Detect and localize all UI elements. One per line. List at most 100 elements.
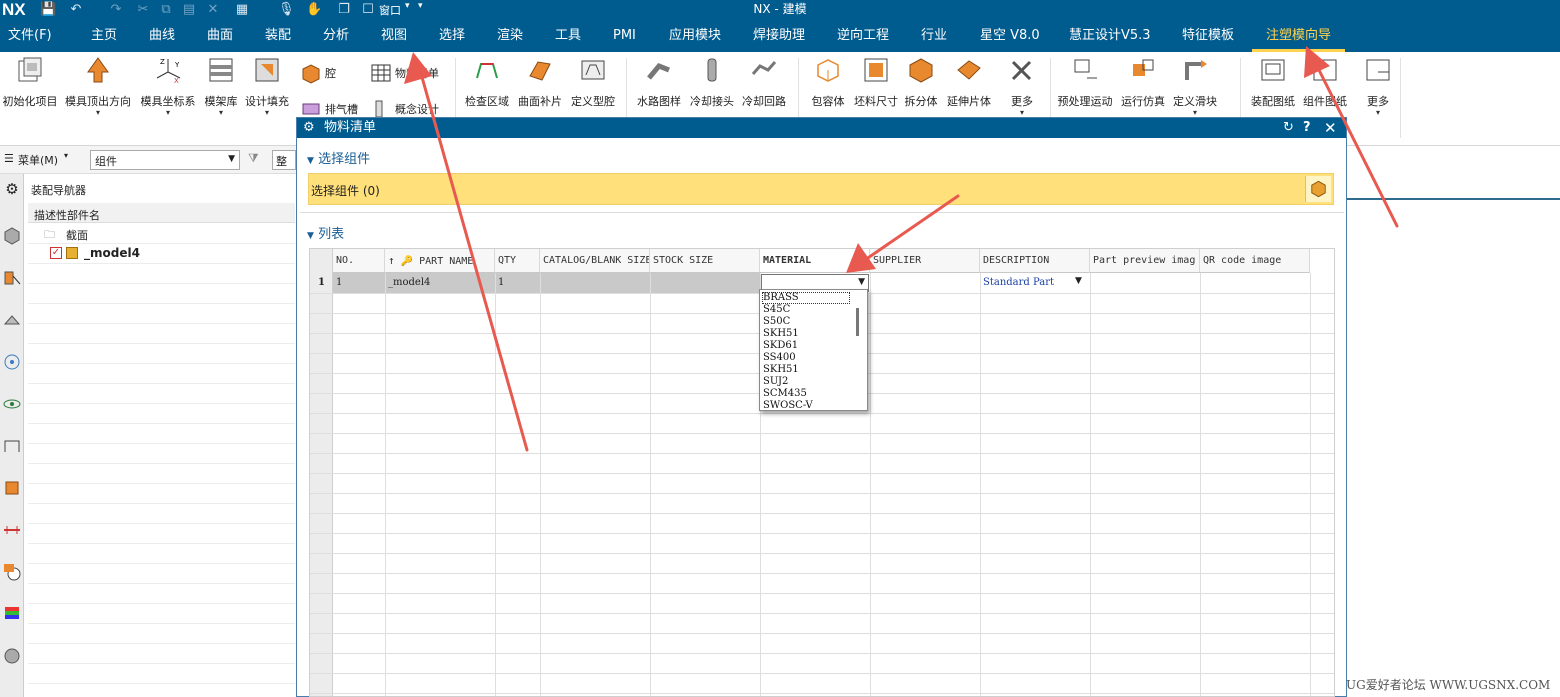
chevron-down-icon[interactable]: ▾ bbox=[64, 151, 68, 160]
col-header-part-preview[interactable]: Part preview imag bbox=[1090, 249, 1200, 273]
tab-analysis[interactable]: 分析 bbox=[323, 20, 349, 52]
ejection-direction-button[interactable]: 模具顶出方向 ▾ bbox=[64, 56, 132, 117]
undo-icon[interactable]: ↶ bbox=[68, 2, 84, 18]
tab-welding[interactable]: 焊接助理 bbox=[753, 20, 805, 52]
tab-file[interactable]: 文件(F) bbox=[8, 20, 52, 52]
cavity-button[interactable]: 腔 bbox=[300, 62, 336, 84]
tab-huizheng[interactable]: 慧正设计V5.3 bbox=[1069, 20, 1151, 52]
dropdown-option[interactable]: S45C bbox=[763, 304, 790, 316]
section-select-components[interactable]: ▼ 选择组件 bbox=[307, 148, 370, 167]
dropdown-option[interactable]: SKH51 bbox=[763, 328, 799, 340]
microphone-icon[interactable]: 🎙 bbox=[278, 2, 295, 18]
component-drawing-button[interactable]: 组件图纸 bbox=[1300, 56, 1350, 109]
chevron-down-icon[interactable]: ▼ bbox=[1075, 276, 1082, 286]
col-header-qty[interactable]: QTY bbox=[495, 249, 540, 273]
visibility-checkbox[interactable]: ✓ bbox=[50, 247, 62, 259]
preprocess-motion-button[interactable]: 预处理运动 bbox=[1056, 56, 1114, 109]
col-header-no[interactable]: NO. bbox=[333, 249, 385, 273]
customize-icon[interactable]: ▾ bbox=[418, 1, 423, 11]
save-icon[interactable]: 💾 bbox=[40, 2, 56, 18]
tab-mold-wizard[interactable]: 注塑模向导 bbox=[1251, 20, 1346, 52]
tab-home[interactable]: 主页 bbox=[91, 20, 117, 52]
help-icon[interactable]: ? bbox=[1303, 118, 1311, 138]
col-header-material[interactable]: MATERIAL bbox=[760, 249, 870, 273]
touch-mode-icon[interactable]: ✋ bbox=[306, 2, 322, 18]
dropdown-option[interactable]: BRASS bbox=[763, 292, 799, 304]
window-menu[interactable]: 窗口 bbox=[379, 2, 401, 18]
design-fill-button[interactable]: 设计填充 ▾ bbox=[244, 56, 290, 117]
select-component-field[interactable]: 选择组件 (0) bbox=[308, 173, 1334, 205]
chevron-down-icon[interactable]: ▾ bbox=[405, 1, 410, 11]
main-menu-button[interactable]: 菜单(M) bbox=[18, 152, 58, 168]
section-list[interactable]: ▼ 列表 bbox=[307, 223, 344, 242]
tab-feature-template[interactable]: 特征模板 bbox=[1182, 20, 1234, 52]
palette-icon[interactable] bbox=[2, 604, 22, 624]
tab-applications[interactable]: 应用模块 bbox=[669, 20, 721, 52]
dropdown-option[interactable]: SUJ2 bbox=[763, 376, 788, 388]
more-tools-button[interactable]: 更多 ▾ bbox=[1000, 56, 1044, 117]
moldbase-library-button[interactable]: 模架库 ▾ bbox=[202, 56, 240, 117]
tab-curve[interactable]: 曲线 bbox=[149, 20, 175, 52]
tab-pmi[interactable]: PMI bbox=[613, 20, 636, 52]
bounding-body-button[interactable]: 包容体 bbox=[806, 56, 850, 109]
cell-description[interactable]: Standard Part bbox=[980, 273, 1090, 293]
col-header-part-name[interactable]: ↑ 🔑 PART NAME bbox=[385, 249, 495, 273]
tab-xingkong[interactable]: 星空 V8.0 bbox=[980, 20, 1040, 52]
run-simulation-button[interactable]: 运行仿真 bbox=[1118, 56, 1168, 109]
tab-industry[interactable]: 行业 bbox=[921, 20, 947, 52]
constraint-navigator-icon[interactable] bbox=[2, 310, 22, 330]
dropdown-option[interactable]: SKH51 bbox=[763, 364, 799, 376]
surface-patch-button[interactable]: 曲面补片 bbox=[516, 56, 564, 109]
eye-icon[interactable] bbox=[2, 394, 22, 414]
select-object-icon[interactable] bbox=[1305, 176, 1331, 202]
tab-render[interactable]: 渲染 bbox=[497, 20, 523, 52]
cooling-circuit-button[interactable]: 冷却回路 bbox=[740, 56, 788, 109]
col-header-qr-code[interactable]: QR code image bbox=[1200, 249, 1310, 273]
water-pattern-button[interactable]: 水路图样 bbox=[634, 56, 684, 109]
define-cavity-button[interactable]: 定义型腔 bbox=[568, 56, 618, 109]
dropdown-option[interactable]: SKD61 bbox=[763, 340, 798, 352]
close-icon[interactable]: ✕ bbox=[1324, 118, 1337, 138]
clock-icon[interactable] bbox=[2, 562, 22, 582]
more-drawing-button[interactable]: 更多 ▾ bbox=[1360, 56, 1396, 117]
mold-csys-button[interactable]: ZYX 模具坐标系 ▾ bbox=[140, 56, 196, 117]
extend-sheet-button[interactable]: 延伸片体 bbox=[944, 56, 994, 109]
tab-assembly[interactable]: 装配 bbox=[265, 20, 291, 52]
paste-icon[interactable]: ▤ bbox=[181, 2, 197, 18]
reset-icon[interactable]: ↻ bbox=[1283, 118, 1294, 138]
check-region-button[interactable]: 检查区域 bbox=[462, 56, 512, 109]
switch-window-icon[interactable]: ❐ bbox=[336, 2, 352, 18]
dialog-title-bar[interactable]: ⚙ 物料清单 ↻ ? ✕ bbox=[297, 118, 1346, 138]
mold-wizard-icon[interactable] bbox=[2, 646, 22, 666]
col-header-catalog[interactable]: CATALOG/BLANK SIZE bbox=[540, 249, 650, 273]
part-icon[interactable] bbox=[2, 478, 22, 498]
measure-icon[interactable] bbox=[2, 520, 22, 540]
cell-part-name[interactable]: _model4 bbox=[385, 273, 495, 293]
window-icon[interactable]: ☐ bbox=[360, 2, 376, 18]
col-header-stock-size[interactable]: STOCK SIZE bbox=[650, 249, 760, 273]
filter-icon[interactable]: ⧩ bbox=[248, 151, 259, 166]
navigator-column-header[interactable]: 描述性部件名 bbox=[28, 203, 295, 223]
tab-reverse[interactable]: 逆向工程 bbox=[837, 20, 889, 52]
part-navigator-icon[interactable] bbox=[2, 226, 22, 246]
assembly-navigator-icon[interactable] bbox=[2, 268, 22, 288]
dropdown-option[interactable]: S50C bbox=[763, 316, 790, 328]
cell-qty[interactable]: 1 bbox=[495, 273, 540, 293]
init-project-button[interactable]: 初始化项目 bbox=[2, 56, 58, 109]
col-header-description[interactable]: DESCRIPTION bbox=[980, 249, 1090, 273]
define-slider-button[interactable]: 定义滑块 ▾ bbox=[1170, 56, 1220, 117]
cut-icon[interactable]: ✂ bbox=[135, 2, 151, 18]
drawing-template-icon[interactable] bbox=[2, 436, 22, 456]
tree-item-model4[interactable]: ✓ _model4 bbox=[28, 244, 295, 264]
assembly-drawing-button[interactable]: 装配图纸 bbox=[1248, 56, 1298, 109]
material-dropdown-list[interactable]: BRASS S45C S50C SKH51 SKD61 SS400 SKH51 … bbox=[759, 289, 868, 411]
dropdown-option[interactable]: SWOSC-V bbox=[763, 400, 813, 410]
redo-icon[interactable]: ↷ bbox=[108, 2, 124, 18]
bom-button[interactable]: 物料清单 bbox=[370, 62, 439, 84]
dropdown-option[interactable]: SS400 bbox=[763, 352, 796, 364]
tree-item-section[interactable]: 🗀 截面 bbox=[28, 224, 295, 244]
cell-no[interactable]: 1 bbox=[333, 273, 385, 293]
dropdown-scrollbar[interactable] bbox=[856, 308, 859, 336]
tab-select[interactable]: 选择 bbox=[439, 20, 465, 52]
menu-icon[interactable]: ☰ bbox=[4, 152, 14, 165]
